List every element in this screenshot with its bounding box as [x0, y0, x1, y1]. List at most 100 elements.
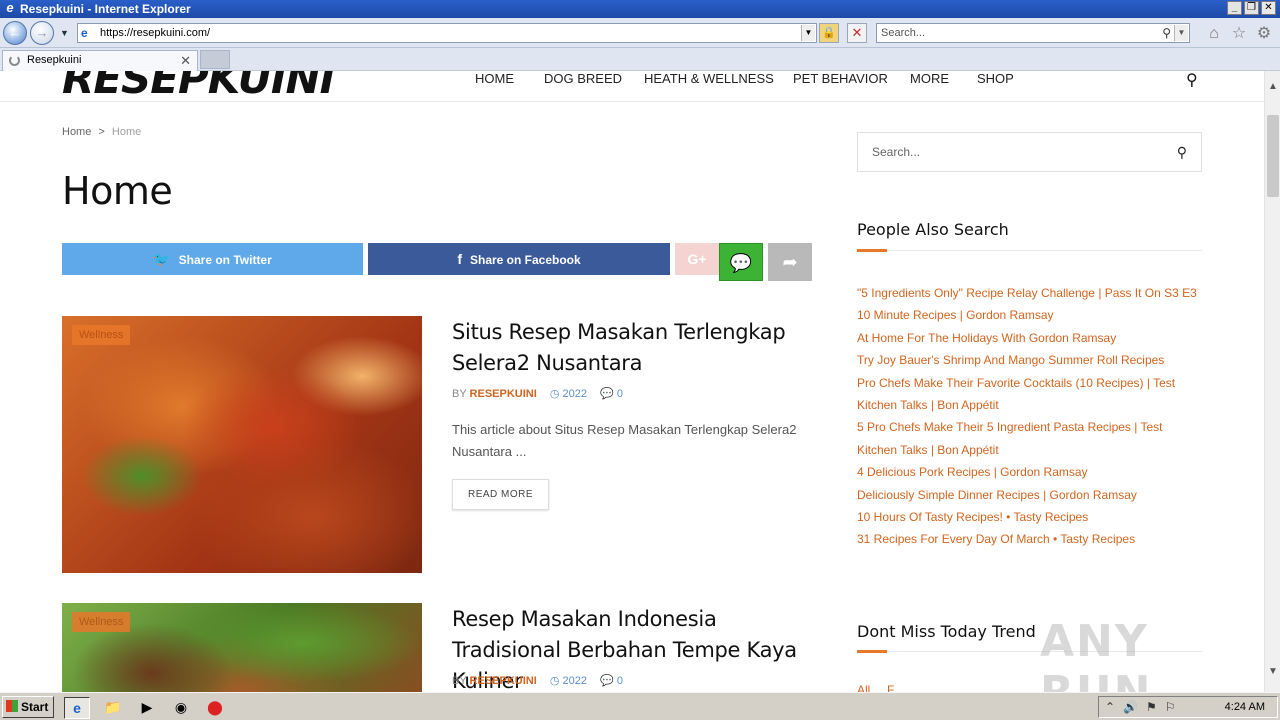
header-search-icon[interactable]: ⚲ — [1186, 71, 1198, 90]
start-button[interactable]: Start — [2, 696, 54, 718]
window-controls: _ ❐ ✕ — [1227, 1, 1276, 15]
window-titlebar: e Resepkuini - Internet Explorer _ ❐ ✕ — [0, 0, 1280, 18]
back-icon: ← — [8, 25, 22, 40]
comment-icon: 💬 — [600, 675, 614, 687]
taskbar-explorer-icon[interactable]: 📁 — [100, 697, 126, 719]
article-2-comments[interactable]: 0 — [617, 675, 623, 687]
back-button[interactable]: ← — [3, 21, 27, 45]
recent-pages-dropdown[interactable]: ▼ — [60, 28, 69, 38]
breadcrumb-home[interactable]: Home — [62, 126, 91, 138]
wechat-icon: 💬 — [729, 253, 753, 273]
article-2-date[interactable]: 2022 — [563, 675, 587, 687]
address-url: https://resepkuini.com/ — [100, 27, 211, 39]
facebook-icon: f — [457, 251, 462, 267]
article-1-category-badge[interactable]: Wellness — [72, 325, 131, 345]
search-link[interactable]: 31 Recipes For Every Day Of March • Tast… — [857, 528, 1197, 550]
share-facebook-button[interactable]: f Share on Facebook — [368, 243, 670, 275]
breadcrumb-current: Home — [111, 126, 142, 138]
search-icon[interactable]: ⚲ — [1177, 133, 1187, 171]
search-link[interactable]: Try Joy Bauer's Shrimp And Mango Summer … — [857, 349, 1197, 371]
breadcrumb-separator: > — [98, 126, 105, 138]
article-2-category-badge[interactable]: Wellness — [72, 612, 131, 632]
search-link[interactable]: 10 Hours Of Tasty Recipes! • Tasty Recip… — [857, 506, 1197, 528]
browser-search-input[interactable]: Search... ⚲ ▼ — [876, 23, 1190, 43]
scroll-thumb[interactable] — [1267, 115, 1279, 197]
nav-pet-behavior[interactable]: PET BEHAVIOR — [793, 71, 888, 86]
sidebar-search-placeholder: Search... — [872, 145, 921, 159]
search-link[interactable]: Deliciously Simple Dinner Recipes | Gord… — [857, 484, 1197, 506]
sidebar-search-input[interactable]: Search... ⚲ — [857, 132, 1202, 172]
page-scrollbar[interactable]: ▲ ▼ — [1264, 71, 1280, 692]
minimize-button[interactable]: _ — [1227, 1, 1242, 15]
twitter-icon: 🐦 — [153, 251, 171, 267]
share-more-button[interactable]: ➦ — [768, 243, 812, 281]
search-link[interactable]: 5 Pro Chefs Make Their 5 Ingredient Past… — [857, 416, 1197, 461]
nav-dog-breed[interactable]: DOG BREED — [544, 71, 622, 86]
search-link[interactable]: "5 Ingredients Only" Recipe Relay Challe… — [857, 282, 1197, 304]
article-2-thumbnail[interactable]: Wellness — [62, 603, 422, 692]
security-lock-button[interactable]: 🔒 — [819, 23, 839, 43]
article-2-author[interactable]: RESEPKUINI — [470, 675, 537, 687]
search-provider-dropdown[interactable]: ▼ — [1174, 25, 1188, 41]
tray-icons[interactable]: ⌃🔊⚑⚐ — [1105, 700, 1184, 714]
search-link[interactable]: Pro Chefs Make Their Favorite Cocktails … — [857, 372, 1197, 417]
taskbar-shield-icon[interactable]: ⬤ — [202, 697, 228, 719]
ie-page-icon: e — [81, 26, 88, 40]
search-link[interactable]: 10 Minute Recipes | Gordon Ramsay — [857, 304, 1197, 326]
taskbar-ie-icon[interactable]: e — [64, 697, 90, 719]
article-1-thumbnail[interactable]: Wellness — [62, 316, 422, 573]
star-icon[interactable]: ☆ — [1230, 25, 1248, 43]
share-twitter-button[interactable]: 🐦 Share on Twitter — [62, 243, 363, 275]
address-bar[interactable]: e https://resepkuini.com/ ▼ — [77, 23, 817, 43]
article-1-by: BY — [452, 388, 467, 400]
taskbar-media-player-icon[interactable]: ▶ — [134, 697, 160, 719]
article-1-title[interactable]: Situs Resep Masakan Terlengkap Selera2 N… — [452, 317, 812, 379]
gear-icon[interactable]: ⚙ — [1255, 25, 1273, 43]
search-link[interactable]: 4 Delicious Pork Recipes | Gordon Ramsay — [857, 461, 1197, 483]
system-clock[interactable]: 4:24 AM — [1225, 701, 1265, 713]
forward-button[interactable]: → — [30, 21, 54, 45]
home-icon[interactable]: ⌂ — [1205, 25, 1223, 43]
share-icon: ➦ — [782, 252, 798, 272]
site-logo[interactable]: RESEPKUINI — [62, 71, 335, 101]
restore-button[interactable]: ❐ — [1244, 1, 1259, 15]
nav-shop[interactable]: SHOP — [977, 71, 1014, 86]
article-2-by: BY — [452, 675, 467, 687]
article-1-read-more-button[interactable]: READ MORE — [452, 479, 549, 510]
close-window-button[interactable]: ✕ — [1261, 1, 1276, 15]
share-wechat-button[interactable]: 💬 — [719, 243, 763, 281]
share-google-plus-button[interactable]: G+ — [675, 243, 719, 275]
forward-icon: → — [35, 25, 49, 40]
article-1-meta: BY RESEPKUINI ◷ 2022 💬 0 — [452, 387, 623, 400]
article-1-excerpt: This article about Situs Resep Masakan T… — [452, 422, 797, 459]
scroll-down-icon[interactable]: ▼ — [1265, 666, 1280, 680]
tab-resepkuini[interactable]: Resepkuini ✕ — [2, 50, 198, 71]
scroll-up-icon[interactable]: ▲ — [1265, 81, 1280, 95]
nav-health-wellness[interactable]: HEATH & WELLNESS — [644, 71, 774, 86]
taskbar-chrome-icon[interactable]: ◉ — [168, 697, 194, 719]
google-plus-icon: G+ — [687, 251, 707, 267]
nav-home[interactable]: HOME — [475, 71, 514, 86]
trend-link-partial[interactable]: All ... F... — [857, 683, 903, 692]
people-also-search-title: People Also Search — [857, 220, 1009, 239]
browser-search-placeholder: Search... — [881, 27, 926, 39]
stop-button[interactable]: ✕ — [847, 23, 867, 43]
search-link[interactable]: At Home For The Holidays With Gordon Ram… — [857, 327, 1197, 349]
article-1-date[interactable]: 2022 — [563, 388, 587, 400]
magnifier-icon[interactable]: ⚲ — [1162, 24, 1171, 42]
new-tab-button[interactable] — [200, 50, 230, 69]
address-dropdown[interactable]: ▼ — [801, 25, 815, 41]
clock-icon: ◷ — [549, 388, 560, 400]
people-also-search-list: "5 Ingredients Only" Recipe Relay Challe… — [857, 282, 1197, 551]
navigation-bar: ← → ▼ e https://resepkuini.com/ ▼ 🔒 ✕ Se… — [0, 18, 1280, 48]
article-1-author[interactable]: RESEPKUINI — [470, 388, 537, 400]
loading-icon — [9, 55, 20, 66]
widget-divider — [857, 249, 1202, 252]
breadcrumb: Home > Home — [62, 126, 141, 138]
close-tab-icon[interactable]: ✕ — [180, 51, 191, 70]
windows-logo-icon — [6, 700, 18, 712]
nav-more[interactable]: MORE — [910, 71, 949, 86]
anyrun-watermark: ANY RUN — [1040, 616, 1150, 692]
article-1-comments[interactable]: 0 — [617, 388, 623, 400]
article-2-meta: BY RESEPKUINI ◷ 2022 💬 0 — [452, 674, 623, 687]
